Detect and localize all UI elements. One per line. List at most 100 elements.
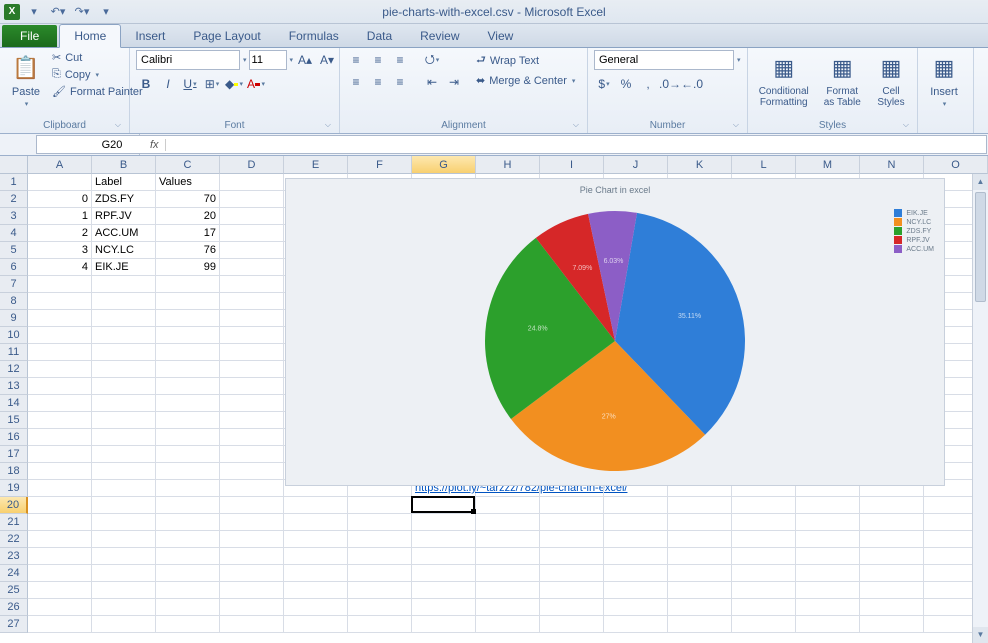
row-header-6[interactable]: 6 bbox=[0, 259, 28, 276]
cell-I20[interactable] bbox=[540, 497, 604, 514]
cell-I27[interactable] bbox=[540, 616, 604, 633]
qat-save-button[interactable]: ▾ bbox=[24, 3, 44, 21]
cell-D9[interactable] bbox=[220, 310, 284, 327]
cell-G25[interactable] bbox=[412, 582, 476, 599]
cell-A10[interactable] bbox=[28, 327, 92, 344]
cell-A22[interactable] bbox=[28, 531, 92, 548]
increase-decimal-button[interactable]: .0→ bbox=[660, 74, 680, 94]
cell-G23[interactable] bbox=[412, 548, 476, 565]
cell-L26[interactable] bbox=[732, 599, 796, 616]
column-header-J[interactable]: J bbox=[604, 156, 668, 174]
row-header-20[interactable]: 20 bbox=[0, 497, 28, 514]
cell-C14[interactable] bbox=[156, 395, 220, 412]
cell-J20[interactable] bbox=[604, 497, 668, 514]
cell-D26[interactable] bbox=[220, 599, 284, 616]
cell-C5[interactable]: 76 bbox=[156, 242, 220, 259]
cell-D3[interactable] bbox=[220, 208, 284, 225]
fill-color-button[interactable]: ◆▾ bbox=[224, 74, 244, 94]
cell-D5[interactable] bbox=[220, 242, 284, 259]
cell-D7[interactable] bbox=[220, 276, 284, 293]
cell-D8[interactable] bbox=[220, 293, 284, 310]
bold-button[interactable]: B bbox=[136, 74, 156, 94]
cell-B7[interactable] bbox=[92, 276, 156, 293]
row-header-12[interactable]: 12 bbox=[0, 361, 28, 378]
cell-H25[interactable] bbox=[476, 582, 540, 599]
cell-B20[interactable] bbox=[92, 497, 156, 514]
cell-L25[interactable] bbox=[732, 582, 796, 599]
formula-input[interactable] bbox=[170, 135, 987, 154]
row-header-11[interactable]: 11 bbox=[0, 344, 28, 361]
cell-L23[interactable] bbox=[732, 548, 796, 565]
cell-N23[interactable] bbox=[860, 548, 924, 565]
align-left-button[interactable]: ≡ bbox=[346, 72, 366, 92]
cell-H26[interactable] bbox=[476, 599, 540, 616]
cell-D1[interactable] bbox=[220, 174, 284, 191]
cell-D2[interactable] bbox=[220, 191, 284, 208]
qat-undo-button[interactable]: ↶▾ bbox=[48, 3, 68, 21]
cell-B23[interactable] bbox=[92, 548, 156, 565]
column-header-C[interactable]: C bbox=[156, 156, 220, 174]
cell-I24[interactable] bbox=[540, 565, 604, 582]
align-right-button[interactable]: ≡ bbox=[390, 72, 410, 92]
cell-N21[interactable] bbox=[860, 514, 924, 531]
scroll-up-button[interactable]: ▲ bbox=[973, 174, 988, 190]
cell-J27[interactable] bbox=[604, 616, 668, 633]
cell-E27[interactable] bbox=[284, 616, 348, 633]
cell-C6[interactable]: 99 bbox=[156, 259, 220, 276]
cell-A4[interactable]: 2 bbox=[28, 225, 92, 242]
cell-A2[interactable]: 0 bbox=[28, 191, 92, 208]
cell-C15[interactable] bbox=[156, 412, 220, 429]
row-header-23[interactable]: 23 bbox=[0, 548, 28, 565]
cell-B3[interactable]: RPF.JV bbox=[92, 208, 156, 225]
column-header-I[interactable]: I bbox=[540, 156, 604, 174]
format-as-table-button[interactable]: ▦ Format as Table bbox=[817, 50, 867, 110]
cell-C13[interactable] bbox=[156, 378, 220, 395]
cell-H22[interactable] bbox=[476, 531, 540, 548]
cell-A19[interactable] bbox=[28, 480, 92, 497]
cell-A12[interactable] bbox=[28, 361, 92, 378]
cell-A21[interactable] bbox=[28, 514, 92, 531]
cell-L22[interactable] bbox=[732, 531, 796, 548]
cell-G27[interactable] bbox=[412, 616, 476, 633]
cell-M21[interactable] bbox=[796, 514, 860, 531]
cell-A7[interactable] bbox=[28, 276, 92, 293]
row-header-27[interactable]: 27 bbox=[0, 616, 28, 633]
qat-customize-button[interactable]: ▾ bbox=[96, 3, 116, 21]
cell-N26[interactable] bbox=[860, 599, 924, 616]
decrease-font-button[interactable]: A▾ bbox=[317, 50, 337, 70]
cell-F23[interactable] bbox=[348, 548, 412, 565]
cell-F22[interactable] bbox=[348, 531, 412, 548]
cell-N27[interactable] bbox=[860, 616, 924, 633]
row-header-4[interactable]: 4 bbox=[0, 225, 28, 242]
cell-L27[interactable] bbox=[732, 616, 796, 633]
cell-H20[interactable] bbox=[476, 497, 540, 514]
row-header-10[interactable]: 10 bbox=[0, 327, 28, 344]
column-header-N[interactable]: N bbox=[860, 156, 924, 174]
cell-C19[interactable] bbox=[156, 480, 220, 497]
cell-A24[interactable] bbox=[28, 565, 92, 582]
cell-D15[interactable] bbox=[220, 412, 284, 429]
cell-L21[interactable] bbox=[732, 514, 796, 531]
font-name-select[interactable] bbox=[136, 50, 240, 70]
cell-B2[interactable]: ZDS.FY bbox=[92, 191, 156, 208]
cell-B19[interactable] bbox=[92, 480, 156, 497]
row-header-22[interactable]: 22 bbox=[0, 531, 28, 548]
outdent-button[interactable]: ⇤ bbox=[422, 72, 442, 92]
cell-C10[interactable] bbox=[156, 327, 220, 344]
cell-A27[interactable] bbox=[28, 616, 92, 633]
cell-F27[interactable] bbox=[348, 616, 412, 633]
cell-B9[interactable] bbox=[92, 310, 156, 327]
cell-A8[interactable] bbox=[28, 293, 92, 310]
cell-B25[interactable] bbox=[92, 582, 156, 599]
cell-D4[interactable] bbox=[220, 225, 284, 242]
cell-B13[interactable] bbox=[92, 378, 156, 395]
cell-K24[interactable] bbox=[668, 565, 732, 582]
row-header-16[interactable]: 16 bbox=[0, 429, 28, 446]
cell-D24[interactable] bbox=[220, 565, 284, 582]
cell-J22[interactable] bbox=[604, 531, 668, 548]
cell-A13[interactable] bbox=[28, 378, 92, 395]
cell-C24[interactable] bbox=[156, 565, 220, 582]
cell-H21[interactable] bbox=[476, 514, 540, 531]
cell-D19[interactable] bbox=[220, 480, 284, 497]
cell-B17[interactable] bbox=[92, 446, 156, 463]
